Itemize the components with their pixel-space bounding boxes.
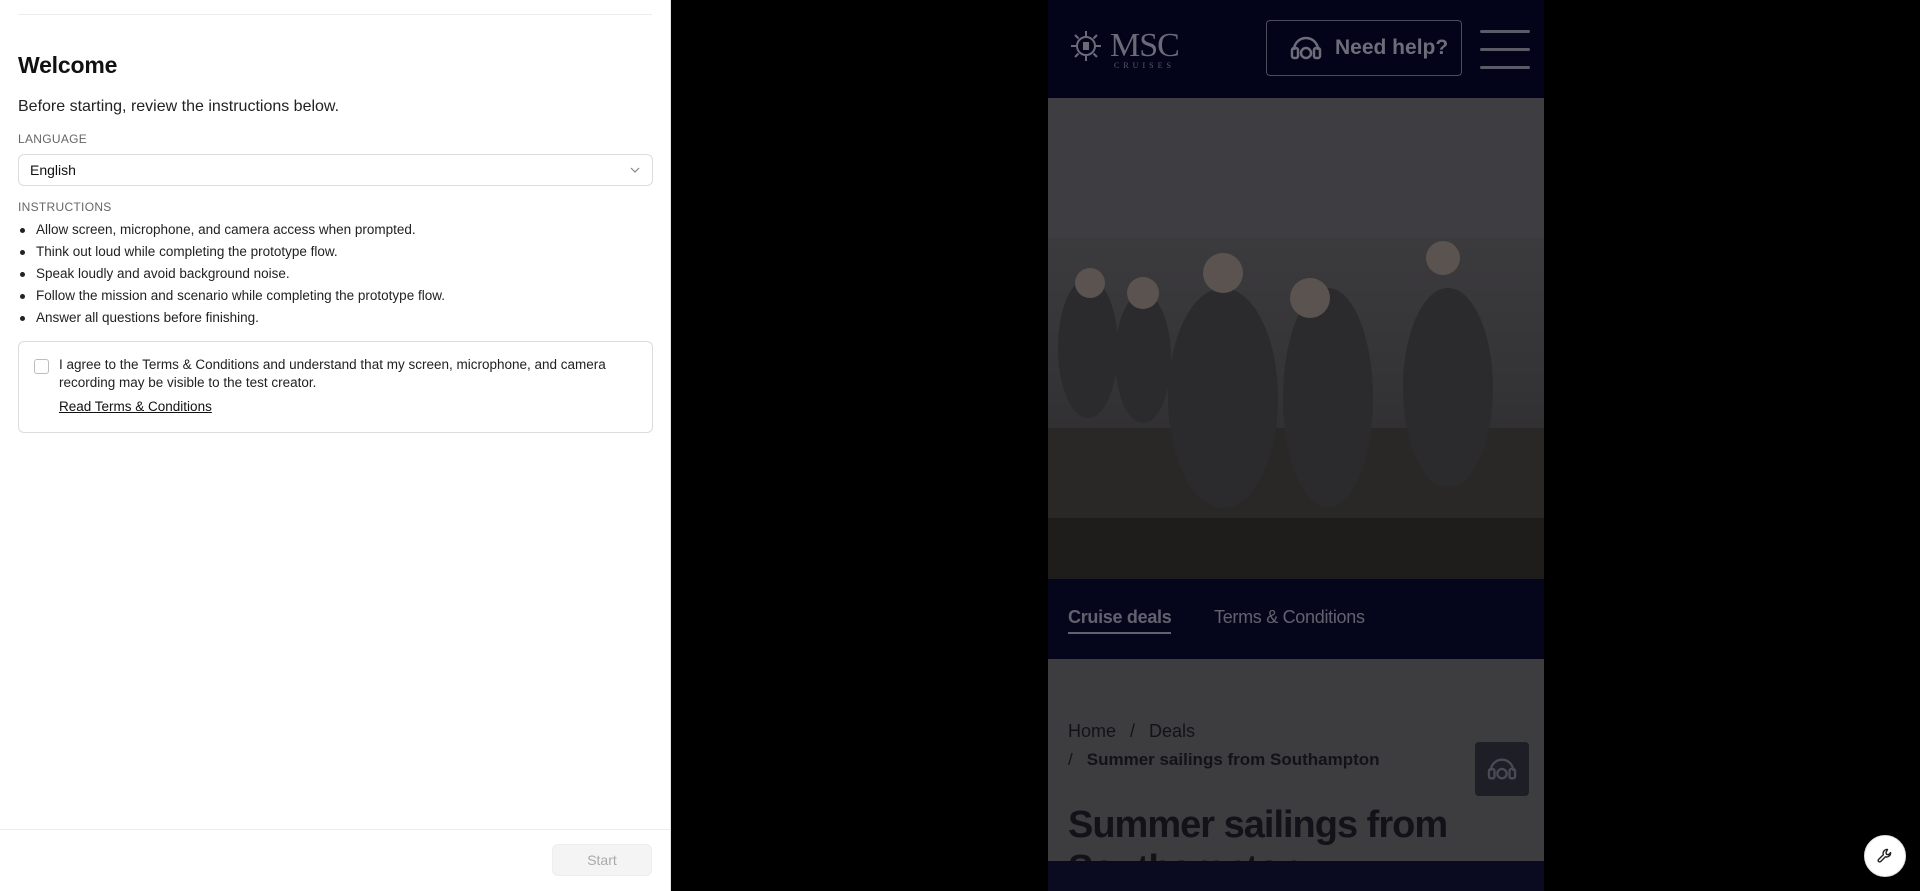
headset-icon <box>1487 758 1517 780</box>
page-subtitle: Before starting, review the instructions… <box>18 98 340 115</box>
start-button[interactable]: Start <box>552 844 652 876</box>
welcome-panel: Welcome Before starting, review the inst… <box>0 0 671 891</box>
breadcrumb-current-row: / Summer sailings from Southampton <box>1068 750 1380 770</box>
instructions-label: INSTRUCTIONS <box>18 200 112 214</box>
hamburger-menu-icon[interactable] <box>1480 28 1532 72</box>
consent-checkbox[interactable] <box>34 359 49 374</box>
instruction-item: Answer all questions before finishing. <box>18 309 648 331</box>
instruction-item: Speak loudly and avoid background noise. <box>18 265 648 287</box>
breadcrumb-separator: / <box>1068 750 1073 769</box>
top-divider <box>18 14 652 15</box>
wrench-icon[interactable] <box>1864 835 1906 877</box>
prototype-bottom-bar <box>1048 861 1544 891</box>
headset-icon <box>1290 36 1322 60</box>
breadcrumb: Home / Deals <box>1068 721 1195 742</box>
logo-subtext: CRUISES <box>1114 61 1175 70</box>
consent-box: I agree to the Terms & Conditions and un… <box>18 341 653 433</box>
breadcrumb-separator: / <box>1130 721 1136 741</box>
prototype-header: MSC CRUISES Need help? <box>1048 0 1544 98</box>
footer-divider <box>0 829 670 830</box>
tab-terms-conditions[interactable]: Terms & Conditions <box>1214 607 1365 628</box>
instruction-item: Follow the mission and scenario while co… <box>18 287 648 309</box>
need-help-button[interactable]: Need help? <box>1266 20 1462 76</box>
breadcrumb-current: Summer sailings from Southampton <box>1086 750 1380 769</box>
language-select[interactable]: English <box>18 154 653 186</box>
read-terms-link[interactable]: Read Terms & Conditions <box>59 399 212 414</box>
hero-photo <box>1048 98 1544 579</box>
language-label: LANGUAGE <box>18 132 88 146</box>
help-floating-button[interactable] <box>1475 742 1529 796</box>
tab-cruise-deals[interactable]: Cruise deals <box>1068 607 1172 634</box>
prototype-preview: MSC CRUISES Need help? Cruise deals Term… <box>1048 0 1544 891</box>
instruction-item: Allow screen, microphone, and camera acc… <box>18 221 648 243</box>
hero-image <box>1048 98 1544 579</box>
page-title: Welcome <box>18 52 118 78</box>
instructions-list: Allow screen, microphone, and camera acc… <box>18 221 648 331</box>
need-help-label: Need help? <box>1335 36 1449 59</box>
prototype-content: Home / Deals / Summer sailings from Southam… <box>1048 659 1544 891</box>
prototype-tabs: Cruise deals Terms & Conditions <box>1048 579 1544 659</box>
logo-wordmark: MSC <box>1110 27 1180 64</box>
msc-logo: MSC CRUISES <box>1068 27 1180 70</box>
breadcrumb-deals[interactable]: Deals <box>1149 721 1195 741</box>
language-selected-value: English <box>30 162 76 178</box>
chevron-down-icon <box>629 164 641 176</box>
msc-emblem-icon <box>1071 31 1101 61</box>
instruction-item: Think out loud while completing the prot… <box>18 243 648 265</box>
breadcrumb-home[interactable]: Home <box>1068 721 1116 741</box>
consent-text: I agree to the Terms & Conditions and un… <box>59 357 606 390</box>
